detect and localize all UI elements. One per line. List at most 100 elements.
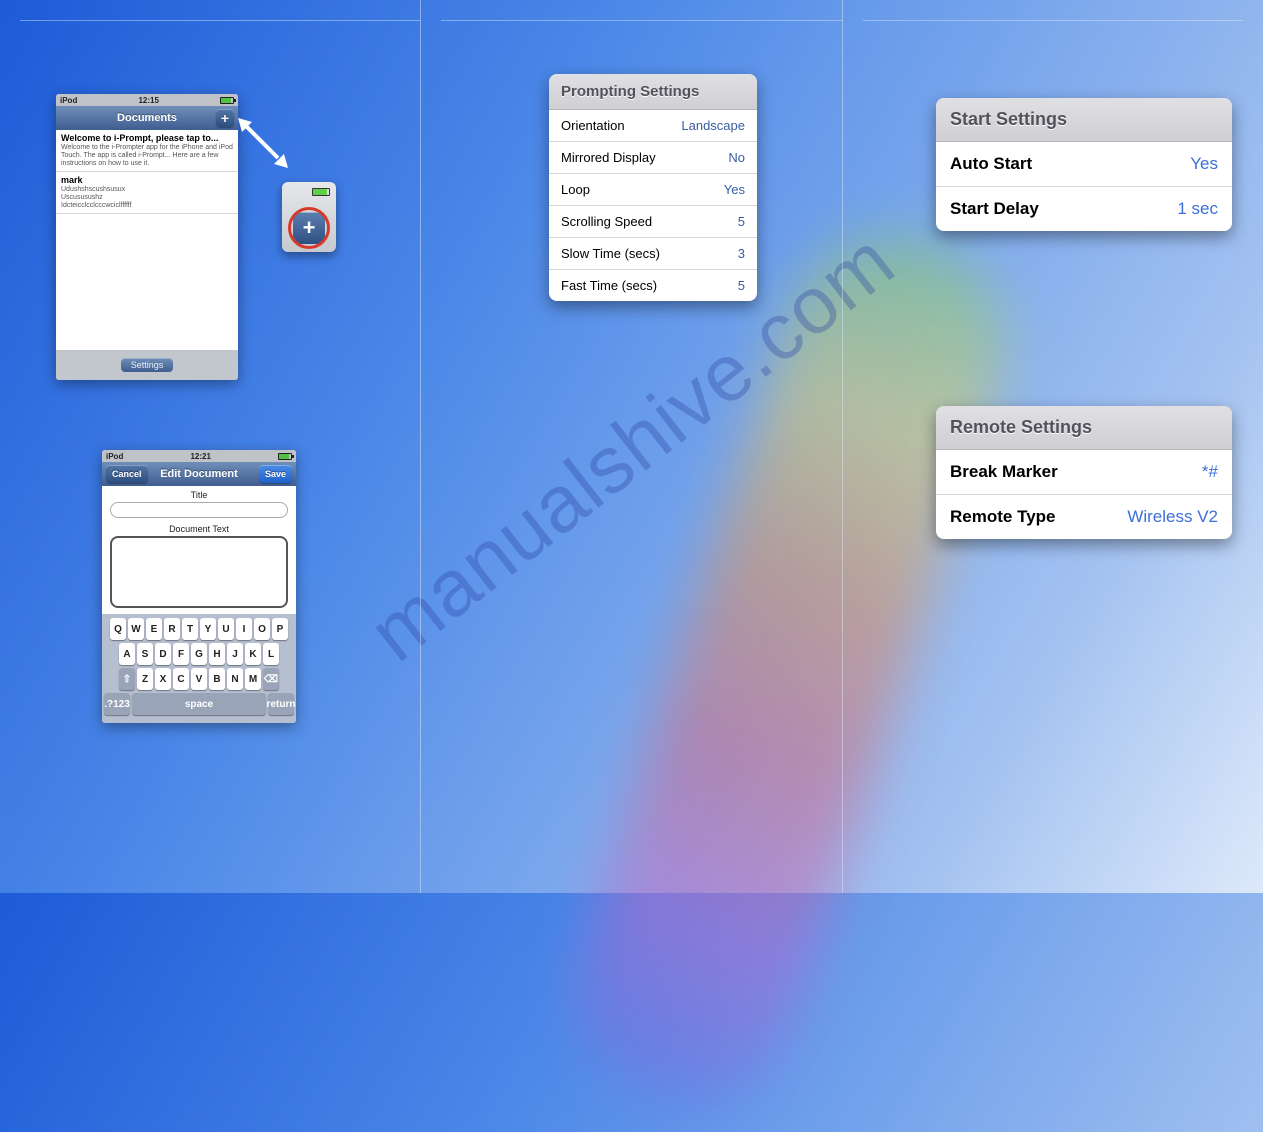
setting-value: Yes — [724, 182, 745, 197]
key[interactable]: H — [209, 643, 225, 665]
key[interactable]: X — [155, 668, 171, 690]
text-label: Document Text — [102, 520, 296, 534]
settings-row[interactable]: Loop Yes — [549, 174, 757, 206]
key[interactable]: B — [209, 668, 225, 690]
setting-label: Scrolling Speed — [561, 214, 652, 229]
doc-title: Welcome to i-Prompt, please tap to... — [61, 133, 218, 143]
nav-bar: Documents + — [56, 106, 238, 130]
onscreen-keyboard: QWERTYUIOP ASDFGHJKL ⇧ZXCVBNM⌫ .?123 spa… — [102, 614, 296, 723]
battery-icon — [312, 188, 330, 196]
setting-value: Wireless V2 — [1127, 507, 1218, 527]
key[interactable]: P — [272, 618, 288, 640]
key-123[interactable]: .?123 — [104, 693, 130, 715]
settings-row[interactable]: Mirrored Display No — [549, 142, 757, 174]
settings-row[interactable]: Slow Time (secs) 3 — [549, 238, 757, 270]
device-label: iPod — [106, 452, 123, 461]
key[interactable]: D — [155, 643, 171, 665]
setting-label: Loop — [561, 182, 590, 197]
documents-list: Welcome to i-Prompt, please tap to... We… — [56, 130, 238, 350]
save-button[interactable]: Save — [259, 465, 292, 483]
settings-row[interactable]: Orientation Landscape — [549, 110, 757, 142]
ipod-documents-screenshot: iPod 12:15 Documents + Welcome to i-Prom… — [56, 94, 238, 380]
highlight-ring — [288, 207, 330, 249]
setting-value: 5 — [738, 214, 745, 229]
setting-value: Landscape — [681, 118, 745, 133]
key[interactable]: ⌫ — [263, 668, 279, 690]
key[interactable]: G — [191, 643, 207, 665]
title-input[interactable] — [110, 502, 288, 518]
setting-value: No — [728, 150, 745, 165]
key[interactable]: W — [128, 618, 144, 640]
key-space[interactable]: space — [132, 693, 266, 715]
ipod-edit-screenshot: iPod 12:21 Cancel Edit Document Save Tit… — [102, 450, 296, 723]
key[interactable]: C — [173, 668, 189, 690]
settings-row[interactable]: Fast Time (secs)5 — [549, 270, 757, 301]
setting-value: 3 — [738, 246, 745, 261]
card-header: Remote Settings — [936, 406, 1232, 450]
add-document-button[interactable]: + — [216, 109, 234, 127]
document-row[interactable]: mark Udushshscushsusux Uscususushz Idcte… — [56, 172, 238, 214]
doc-preview: Welcome to the i-Prompter app for the iP… — [61, 144, 233, 168]
setting-label: Orientation — [561, 118, 625, 133]
nav-bar: Cancel Edit Document Save — [102, 462, 296, 486]
key[interactable]: N — [227, 668, 243, 690]
start-settings-card: Start Settings Auto Start Yes Start Delay 1… — [936, 98, 1232, 231]
setting-label: Slow Time (secs) — [561, 246, 660, 261]
setting-label: Start Delay — [950, 199, 1039, 219]
battery-icon — [278, 453, 292, 460]
setting-label: Auto Start — [950, 154, 1032, 174]
document-text-input[interactable] — [110, 536, 288, 608]
battery-icon — [220, 97, 234, 104]
document-row[interactable]: Welcome to i-Prompt, please tap to... We… — [56, 130, 238, 172]
kbd-row2: ASDFGHJKL — [104, 643, 294, 665]
key[interactable]: V — [191, 668, 207, 690]
key[interactable]: U — [218, 618, 234, 640]
key[interactable]: J — [227, 643, 243, 665]
settings-row[interactable]: Scrolling Speed 5 — [549, 206, 757, 238]
kbd-row1: QWERTYUIOP — [104, 618, 294, 640]
title-label: Title — [102, 486, 296, 500]
toolbar: Settings — [56, 350, 238, 380]
cancel-button[interactable]: Cancel — [106, 465, 148, 483]
kbd-row3: ⇧ZXCVBNM⌫ — [104, 668, 294, 690]
card-header: Start Settings — [936, 98, 1232, 142]
setting-value: 1 sec — [1177, 199, 1218, 219]
settings-row[interactable]: Start Delay 1 sec — [936, 187, 1232, 231]
key[interactable]: R — [164, 618, 180, 640]
callout-arrow — [238, 118, 288, 173]
key[interactable]: Z — [137, 668, 153, 690]
key[interactable]: S — [137, 643, 153, 665]
add-button-callout: + — [282, 182, 336, 252]
key-return[interactable]: return — [268, 693, 294, 715]
key[interactable]: A — [119, 643, 135, 665]
key[interactable]: M — [245, 668, 261, 690]
setting-value: Yes — [1190, 154, 1218, 174]
clock: 12:21 — [190, 452, 210, 461]
settings-row[interactable]: Remote Type Wireless V2 — [936, 495, 1232, 539]
kbd-row4: .?123 space return — [104, 693, 294, 715]
edit-form: Title Document Text — [102, 486, 296, 608]
setting-label: Mirrored Display — [561, 150, 656, 165]
setting-label: Break Marker — [950, 462, 1058, 482]
setting-label: Remote Type — [950, 507, 1056, 527]
clock: 12:15 — [138, 96, 158, 105]
settings-row[interactable]: Auto Start Yes — [936, 142, 1232, 187]
nav-title: Edit Document — [160, 468, 238, 480]
key[interactable]: L — [263, 643, 279, 665]
settings-button[interactable]: Settings — [121, 358, 174, 372]
settings-row[interactable]: Break Marker*# — [936, 450, 1232, 495]
key[interactable]: F — [173, 643, 189, 665]
status-bar: iPod 12:21 — [102, 450, 296, 462]
key[interactable]: O — [254, 618, 270, 640]
nav-title: Documents — [117, 112, 177, 124]
key[interactable]: I — [236, 618, 252, 640]
key[interactable]: E — [146, 618, 162, 640]
key[interactable]: Q — [110, 618, 126, 640]
key[interactable]: K — [245, 643, 261, 665]
key[interactable]: T — [182, 618, 198, 640]
key[interactable]: ⇧ — [119, 668, 135, 690]
card-header: Prompting Settings — [549, 74, 757, 110]
device-label: iPod — [60, 96, 77, 105]
key[interactable]: Y — [200, 618, 216, 640]
remote-settings-card: Remote Settings Break Marker*#Remote Typ… — [936, 406, 1232, 539]
